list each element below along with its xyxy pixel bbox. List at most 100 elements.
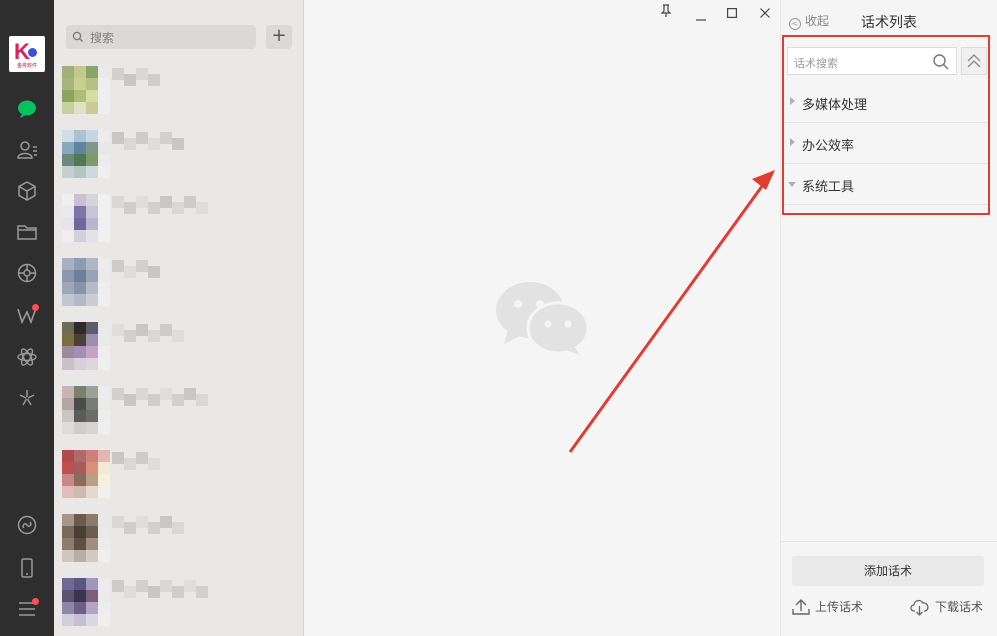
blurred-name (160, 580, 172, 592)
blurred-name (136, 516, 148, 528)
chat-icon[interactable] (15, 97, 39, 121)
divider (781, 541, 997, 542)
app-logo: K 金舟软件 (9, 36, 45, 72)
collapse-button[interactable]: < 收起 (789, 12, 829, 30)
phone-icon[interactable] (15, 556, 39, 580)
upload-scripts-button[interactable]: 上传话术 (791, 598, 863, 616)
blurred-name (124, 394, 136, 406)
blurred-name (172, 138, 184, 150)
blurred-name (184, 388, 196, 400)
blurred-name (148, 522, 160, 534)
atom-icon[interactable] (15, 345, 39, 369)
avatar (62, 514, 110, 562)
sparkle-icon[interactable] (15, 386, 39, 410)
minimize-icon[interactable] (695, 10, 707, 26)
blurred-name (136, 68, 148, 80)
blurred-name (112, 132, 124, 144)
blurred-name (148, 266, 160, 278)
blurred-name (184, 580, 196, 592)
list-item[interactable] (62, 254, 304, 318)
avatar (62, 322, 110, 370)
blurred-name (124, 586, 136, 598)
list-item[interactable] (62, 446, 304, 510)
list-item[interactable] (62, 574, 304, 636)
blurred-name (136, 388, 148, 400)
main-chat-area (304, 0, 780, 636)
moments-icon[interactable] (15, 261, 39, 285)
blurred-name (136, 580, 148, 592)
blurred-name (124, 330, 136, 342)
menu-icon[interactable] (15, 597, 39, 621)
blurred-name (184, 196, 196, 208)
list-item[interactable] (62, 62, 304, 126)
blurred-name (160, 132, 172, 144)
add-script-button[interactable]: 添加话术 (792, 556, 984, 586)
chat-list-panel: 搜索 + (54, 0, 304, 636)
blurred-name (148, 330, 160, 342)
blurred-name (160, 324, 172, 336)
w-app-icon[interactable] (15, 303, 39, 327)
blurred-name (160, 388, 172, 400)
miniprogram-icon[interactable] (15, 513, 39, 537)
contacts-icon[interactable] (15, 138, 39, 162)
blurred-name (124, 266, 136, 278)
avatar (62, 578, 110, 626)
download-scripts-button[interactable]: 下载话术 (909, 598, 983, 616)
wechat-window: K 金舟软件 搜索 + < 收起 话术列表 话术搜索 多媒体处理 办公效率 系统… (0, 0, 997, 636)
blurred-name (112, 260, 124, 272)
pin-icon[interactable] (660, 3, 672, 23)
blurred-name (136, 260, 148, 272)
cloud-download-icon (910, 599, 929, 616)
wechat-watermark-icon (494, 280, 590, 360)
blurred-name (112, 452, 124, 464)
box-icon[interactable] (15, 179, 39, 203)
folder-icon[interactable] (15, 220, 39, 244)
blurred-name (148, 586, 160, 598)
avatar (62, 386, 110, 434)
blurred-name (148, 394, 160, 406)
nav-sidebar: K 金舟软件 (0, 0, 54, 636)
blurred-name (172, 522, 184, 534)
blurred-name (160, 196, 172, 208)
script-list-panel: <收起 话术列表 话术搜索 多媒体处理 办公效率 系统工具 添加话术 上传话术 (780, 0, 997, 636)
close-icon[interactable] (760, 6, 770, 22)
blurred-name (112, 324, 124, 336)
blurred-name (148, 202, 160, 214)
list-item[interactable] (62, 510, 304, 574)
blurred-name (112, 68, 124, 80)
highlight-box (782, 35, 990, 215)
avatar (62, 130, 110, 178)
blurred-name (196, 394, 208, 406)
blurred-name (136, 324, 148, 336)
upload-icon (792, 599, 810, 615)
avatar (62, 66, 110, 114)
blurred-name (112, 516, 124, 528)
avatar (62, 450, 110, 498)
blurred-name (172, 202, 184, 214)
blurred-name (124, 74, 136, 86)
blurred-name (148, 138, 160, 150)
list-item[interactable] (62, 190, 304, 254)
blurred-name (148, 74, 160, 86)
blurred-name (172, 330, 184, 342)
notification-badge (32, 304, 39, 311)
blurred-name (148, 458, 160, 470)
maximize-icon[interactable] (727, 6, 738, 22)
notification-badge (32, 598, 39, 605)
blurred-name (124, 138, 136, 150)
avatar (62, 258, 110, 306)
blurred-name (160, 516, 172, 528)
list-item[interactable] (62, 126, 304, 190)
search-input[interactable]: 搜索 (66, 25, 256, 49)
panel-title: 话术列表 (861, 15, 917, 31)
blurred-name (112, 388, 124, 400)
blurred-name (196, 202, 208, 214)
list-item[interactable] (62, 318, 304, 382)
add-chat-button[interactable]: + (266, 25, 292, 49)
blurred-name (136, 452, 148, 464)
chevron-left-icon: < (789, 18, 801, 30)
search-icon (72, 31, 83, 42)
blurred-name (196, 586, 208, 598)
list-item[interactable] (62, 382, 304, 446)
blurred-name (112, 580, 124, 592)
